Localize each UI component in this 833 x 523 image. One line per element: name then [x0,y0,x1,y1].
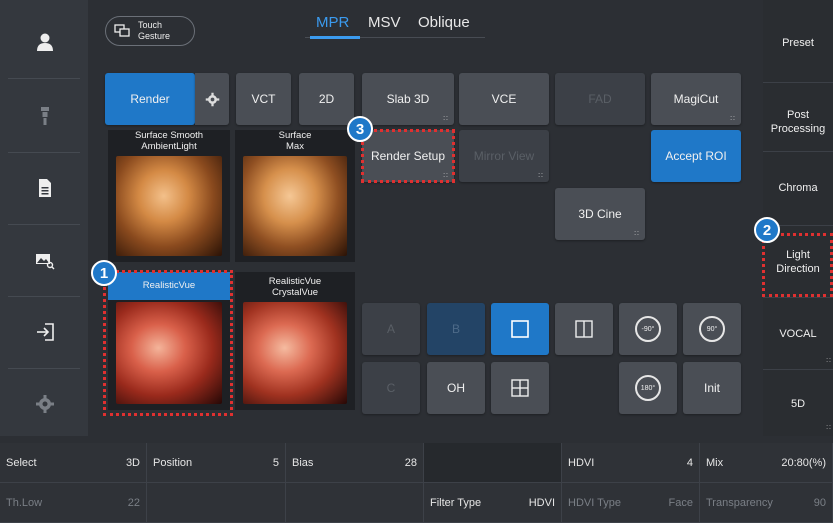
5d-button[interactable]: 5D:: [763,369,833,437]
probe-icon[interactable] [10,86,80,146]
tab-mpr[interactable]: MPR [316,14,349,31]
fetal-render-image [243,156,347,256]
mirror-view-label: Mirror View [473,149,535,163]
param-label: Mix [706,456,724,469]
param-value: 20:80(%) [781,456,826,469]
rotate-180-icon: 180° [635,375,661,401]
fetal-render-image [116,156,222,256]
param-value: 4 [686,456,693,469]
tab-oblique[interactable]: Oblique [418,14,470,31]
param-value: 5 [272,456,279,469]
param-empty [147,483,286,523]
param-value: 22 [127,496,140,509]
rotate-ccw-icon: -90° [635,316,661,342]
2d-button[interactable]: 2D [299,73,354,125]
touch-gesture-icon [114,24,130,37]
param-label: HDVI Type [568,496,621,509]
parameter-grid: Select 3D Position 5 Bias 28 HDVI 4 Mix 20:80… [0,443,833,523]
single-layout-button[interactable] [491,303,549,355]
param-value: 90 [813,496,826,509]
fad-button[interactable]: FAD [555,73,645,125]
slab-3d-button[interactable]: Slab 3D:: [362,73,454,125]
touch-gesture-button[interactable]: Touch Gesture [105,16,195,46]
param-value: Face [668,496,693,509]
exit-icon[interactable] [10,302,80,362]
param-value: HDVI [528,496,555,509]
init-button[interactable]: Init [683,362,741,414]
param-label: Bias [292,456,314,469]
param-transparency[interactable]: Transparency 90 [700,483,833,523]
oh-button[interactable]: OH [427,362,485,414]
ultrasound-touch-panel: Touch Gesture MPR MSV Oblique Render VCT… [0,0,833,523]
param-mix[interactable]: Mix 20:80(%) [700,443,833,483]
param-empty [424,443,562,483]
tab-msv[interactable]: MSV [368,14,401,31]
thumb-surface-max[interactable]: Surface Max [235,130,355,262]
param-value: 28 [404,456,417,469]
param-position[interactable]: Position 5 [147,443,286,483]
left-sidebar [0,0,88,436]
a-button[interactable]: A [362,303,420,355]
thumb-label: Surface Smooth AmbientLight [134,130,204,152]
magicut-button[interactable]: MagiCut:: [651,73,741,125]
vocal-button[interactable]: VOCAL:: [763,297,833,370]
slab-3d-label: Slab 3D [386,92,430,106]
callout-badge-2: 2 [754,217,780,243]
user-icon[interactable] [10,12,80,72]
render-button[interactable]: Render [105,73,195,125]
thumb-surface-smooth[interactable]: Surface Smooth AmbientLight [108,130,230,262]
param-label: Filter Type [430,496,482,509]
dual-view-icon [575,320,593,338]
param-label: Select [6,456,37,469]
document-icon[interactable] [10,158,80,218]
rotate-180-button[interactable]: 180° [619,362,677,414]
param-label: Transparency [706,496,773,509]
rotate-minus-90-button[interactable]: -90° [619,303,677,355]
param-label: Position [153,456,193,469]
thumb-label: Surface Max [278,130,312,152]
b-button[interactable]: B [427,303,485,355]
accept-roi-button[interactable]: Accept ROI [651,130,741,182]
param-value: 3D [125,456,140,469]
vce-button[interactable]: VCE [459,73,549,125]
rotate-90-button[interactable]: 90° [683,303,741,355]
thumb-realisticvue-crystalvue[interactable]: RealisticVue CrystalVue [235,272,355,410]
mirror-view-button[interactable]: Mirror View:: [459,130,549,182]
gear-icon [205,92,219,106]
rotate-cw-icon: 90° [699,316,725,342]
param-hdvi-type[interactable]: HDVI Type Face [562,483,700,523]
thumb-label: RealisticVue CrystalVue [268,276,322,298]
gear-icon[interactable] [10,374,80,434]
touch-gesture-label: Touch Gesture [138,20,171,41]
render-setup-highlight [361,129,455,183]
param-hdvi[interactable]: HDVI 4 [562,443,700,483]
single-view-icon [511,320,529,338]
light-direction-highlight [762,233,833,297]
fetal-render-image [243,302,347,404]
param-th-low[interactable]: Th.Low 22 [0,483,147,523]
callout-badge-1: 1 [91,260,117,286]
post-processing-button[interactable]: Post Processing [763,82,833,161]
realisticvue-highlight [103,270,233,416]
param-bias[interactable]: Bias 28 [286,443,424,483]
image-search-icon[interactable] [10,230,80,290]
param-filter-type[interactable]: Filter Type HDVI [424,483,562,523]
c-button[interactable]: C [362,362,420,414]
quad-view-icon [511,379,529,397]
3d-cine-label: 3D Cine [578,207,622,221]
param-empty [286,483,424,523]
callout-badge-3: 3 [347,116,373,142]
param-select[interactable]: Select 3D [0,443,147,483]
param-label: Th.Low [6,496,43,509]
tab-active-indicator [310,36,360,39]
dual-layout-button[interactable] [555,303,613,355]
preset-button[interactable]: Preset [763,4,833,82]
quad-layout-button[interactable] [491,362,549,414]
chroma-button[interactable]: Chroma [763,151,833,224]
param-label: HDVI [568,456,595,469]
vct-button[interactable]: VCT [236,73,291,125]
render-settings-button[interactable] [195,73,229,125]
magicut-label: MagiCut [673,92,719,106]
3d-cine-button[interactable]: 3D Cine:: [555,188,645,240]
